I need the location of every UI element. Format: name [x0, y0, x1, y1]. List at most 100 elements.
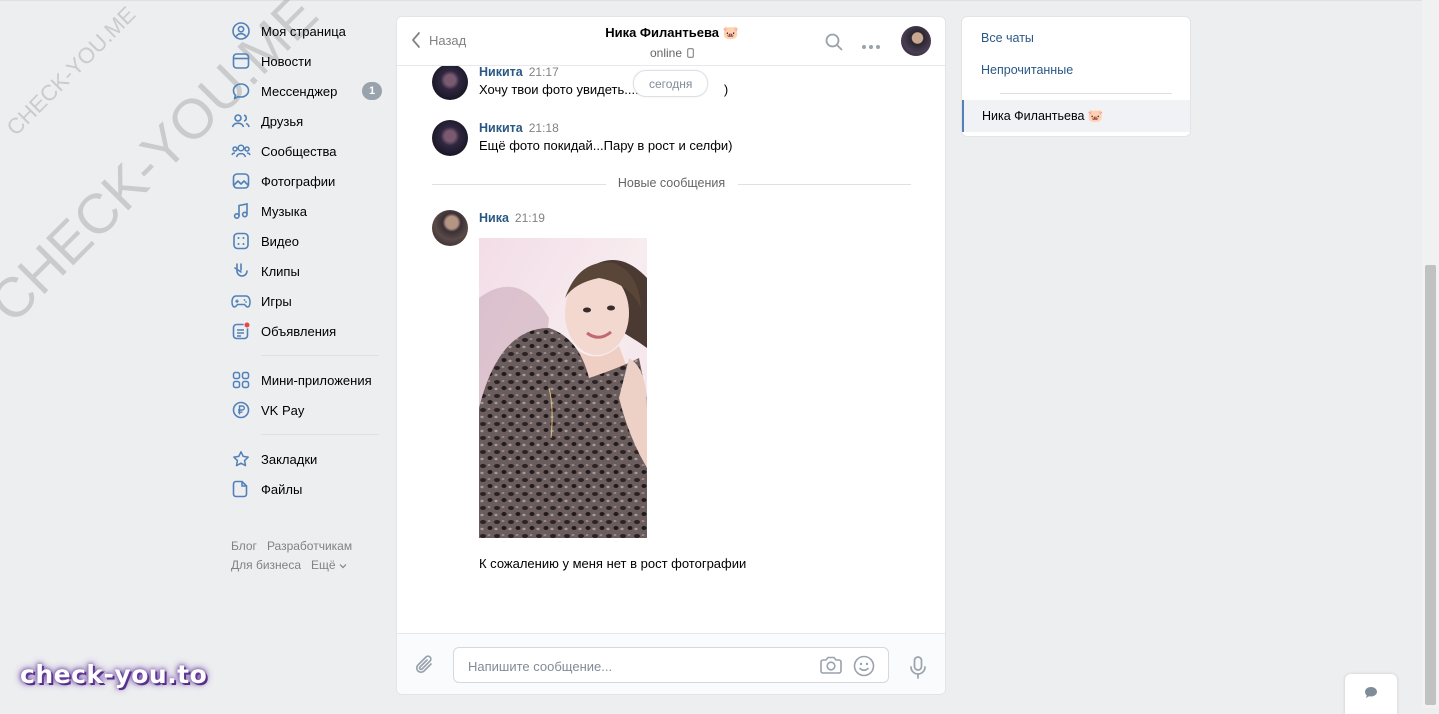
nav-item-friends[interactable]: Друзья [230, 106, 390, 136]
back-label: Назад [429, 32, 467, 48]
message-icon [231, 81, 251, 101]
message-author[interactable]: Никита [479, 65, 523, 79]
emoji-icon[interactable] [853, 655, 875, 680]
mobile-phone-icon [687, 48, 694, 58]
nav-item-mini-apps[interactable]: Мини-приложения [230, 365, 390, 395]
nav-label: Сообщества [261, 143, 337, 159]
message-author[interactable]: Ника [479, 211, 509, 225]
chevron-down-icon [339, 564, 347, 569]
peer-status: online [547, 46, 797, 60]
nav-label: Мессенджер [261, 83, 338, 99]
message-input[interactable] [466, 648, 810, 684]
footer-more-link[interactable]: Ещё [311, 558, 347, 572]
microphone-icon[interactable] [909, 656, 927, 683]
composer [397, 633, 945, 694]
nav-label: Музыка [261, 203, 307, 219]
nav-item-files[interactable]: Файлы [230, 474, 390, 504]
nav-label: Фотографии [261, 173, 336, 189]
gamepad-icon [231, 291, 251, 311]
friends-icon [231, 111, 251, 131]
nav-label: Видео [261, 233, 299, 249]
photo-attachment[interactable] [479, 238, 647, 538]
nav-label: Мини-приложения [261, 372, 372, 388]
nav-item-messenger[interactable]: Мессенджер 1 [230, 76, 390, 106]
nav-label: Объявления [261, 323, 337, 339]
music-icon [231, 201, 251, 221]
peer-avatar[interactable] [901, 26, 931, 56]
nav-item-photos[interactable]: Фотографии [230, 166, 390, 196]
avatar[interactable] [432, 210, 468, 246]
nav-item-news[interactable]: Новости [230, 46, 390, 76]
footer-dev-link[interactable]: Разработчикам [267, 539, 352, 553]
star-icon [231, 449, 251, 469]
message-text: Ещё фото покидай...Пару в рост и селфи) [479, 138, 733, 153]
clips-icon [231, 261, 251, 281]
news-icon [231, 51, 251, 71]
messenger-badge: 1 [362, 82, 382, 100]
nav-label: Клипы [261, 263, 300, 279]
nav-divider [261, 355, 379, 356]
ads-icon [231, 321, 251, 341]
active-chat-item[interactable]: Ника Филантьева 🐷 [962, 100, 1190, 132]
unread-link[interactable]: Непрочитанные [981, 63, 1073, 77]
message-text-tail: ) [723, 82, 729, 97]
avatar[interactable] [432, 120, 468, 156]
message-time: 21:17 [528, 65, 559, 79]
nav-footer: Блог Разработчикам Для бизнеса Ещё [231, 537, 391, 575]
message-time: 21:19 [514, 211, 545, 225]
message-time: 21:18 [528, 121, 559, 135]
footer-blog-link[interactable]: Блог [231, 539, 257, 553]
nav-item-games[interactable]: Игры [230, 286, 390, 316]
panel-divider [1000, 93, 1172, 94]
nav-label: Файлы [261, 481, 303, 497]
nav-label: Новости [261, 53, 312, 69]
nav-item-music[interactable]: Музыка [230, 196, 390, 226]
left-nav: Моя страница Новости Мессенджер 1 Друзья… [230, 16, 390, 504]
all-chats-link[interactable]: Все чаты [981, 31, 1034, 45]
more-icon[interactable] [861, 38, 881, 53]
nav-item-my-page[interactable]: Моя страница [230, 16, 390, 46]
nav-item-bookmarks[interactable]: Закладки [230, 444, 390, 474]
peer-name: Ника Филантьева 🐷 [605, 25, 739, 40]
message-text: К сожалению у меня нет в рост фотографии [479, 556, 747, 571]
search-icon[interactable] [825, 33, 843, 54]
nav-label: Друзья [261, 113, 304, 129]
new-messages-divider: Новые сообщения [432, 176, 911, 192]
footer-more-label: Ещё [311, 558, 336, 572]
nav-item-clips[interactable]: Клипы [230, 256, 390, 286]
nav-item-video[interactable]: Видео [230, 226, 390, 256]
scrollbar-thumb[interactable] [1425, 265, 1436, 705]
date-pill: сегодня [633, 70, 709, 97]
nav-label: Моя страница [261, 23, 346, 39]
top-border [0, 0, 1439, 1]
video-icon [231, 231, 251, 251]
chat-header: Назад Ника Филантьева 🐷 online [397, 17, 945, 66]
file-icon [231, 479, 251, 499]
floating-chat-button[interactable] [1345, 674, 1397, 714]
message-author[interactable]: Никита [479, 121, 523, 135]
user-circle-icon [231, 21, 251, 41]
back-button[interactable]: Назад [411, 31, 466, 49]
watermark-small: CHECK-YOU.ME [1, 1, 141, 141]
avatar[interactable] [432, 64, 468, 100]
peer-status-text: online [649, 46, 683, 60]
apps-icon [231, 370, 251, 390]
paperclip-icon[interactable] [415, 654, 435, 679]
chat-bubble-icon [1365, 687, 1377, 698]
nav-item-ads[interactable]: Объявления [230, 316, 390, 346]
message-input-wrap [453, 647, 889, 684]
nav-item-communities[interactable]: Сообщества [230, 136, 390, 166]
camera-icon[interactable] [820, 656, 842, 677]
chevron-left-icon [412, 32, 420, 48]
nav-item-vkpay[interactable]: VK Pay [230, 395, 390, 425]
watermark-brand: check-you.to [20, 660, 208, 689]
peer-info[interactable]: Ника Филантьева 🐷 online [547, 25, 797, 60]
message-text-start: Хочу твои фото увидеть...... [479, 82, 646, 97]
nav-label: Закладки [261, 451, 318, 467]
nav-label: VK Pay [261, 402, 305, 418]
nav-divider [261, 434, 379, 435]
vkpay-icon [231, 400, 251, 420]
footer-business-link[interactable]: Для бизнеса [231, 558, 301, 572]
chat-filter-panel: Все чаты Непрочитанные Ника Филантьева 🐷 [961, 16, 1191, 137]
photos-icon [231, 171, 251, 191]
